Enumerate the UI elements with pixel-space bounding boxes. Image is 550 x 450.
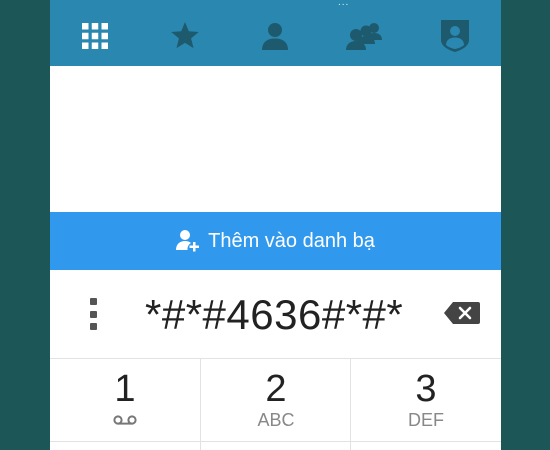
- tab-favorites[interactable]: [155, 14, 215, 58]
- star-icon: [171, 22, 199, 49]
- add-to-contacts-button[interactable]: Thêm vào danh bạ: [50, 212, 501, 270]
- overflow-menu-icon[interactable]: [86, 298, 100, 330]
- add-to-contacts-label: Thêm vào danh bạ: [208, 229, 375, 252]
- tab-groups[interactable]: [335, 14, 395, 58]
- contact-icon: [262, 23, 288, 50]
- backspace-button[interactable]: [444, 302, 480, 329]
- tab-contacts[interactable]: [245, 14, 305, 58]
- backspace-icon: [444, 302, 480, 324]
- voicemail-icon: [113, 414, 137, 432]
- dialer-screen: ... Thêm vào danh bạ *#*#4636#*#* 1 2 AB…: [50, 0, 501, 450]
- key-1[interactable]: 1: [50, 359, 200, 441]
- key-digit: 1: [114, 368, 136, 410]
- dial-input-row: *#*#4636#*#*: [50, 270, 501, 358]
- key-letters: DEF: [408, 410, 444, 430]
- key-3[interactable]: 3 DEF: [351, 359, 501, 441]
- dialed-number-field[interactable]: *#*#4636#*#*: [145, 288, 427, 342]
- group-icon: [346, 23, 382, 50]
- keypad-icon: [82, 23, 108, 49]
- keypad-row-divider: [50, 441, 501, 442]
- key-digit: 2: [265, 368, 287, 410]
- add-contact-icon: [176, 229, 200, 253]
- status-indicator: ...: [338, 0, 350, 8]
- tab-profile[interactable]: [425, 14, 485, 58]
- search-results-area: [50, 66, 501, 212]
- key-letters: ABC: [257, 410, 295, 430]
- tab-keypad[interactable]: [65, 14, 125, 58]
- profile-badge-icon: [441, 20, 469, 52]
- key-digit: 3: [415, 368, 437, 410]
- tab-bar: ...: [50, 0, 501, 66]
- key-2[interactable]: 2 ABC: [201, 359, 351, 441]
